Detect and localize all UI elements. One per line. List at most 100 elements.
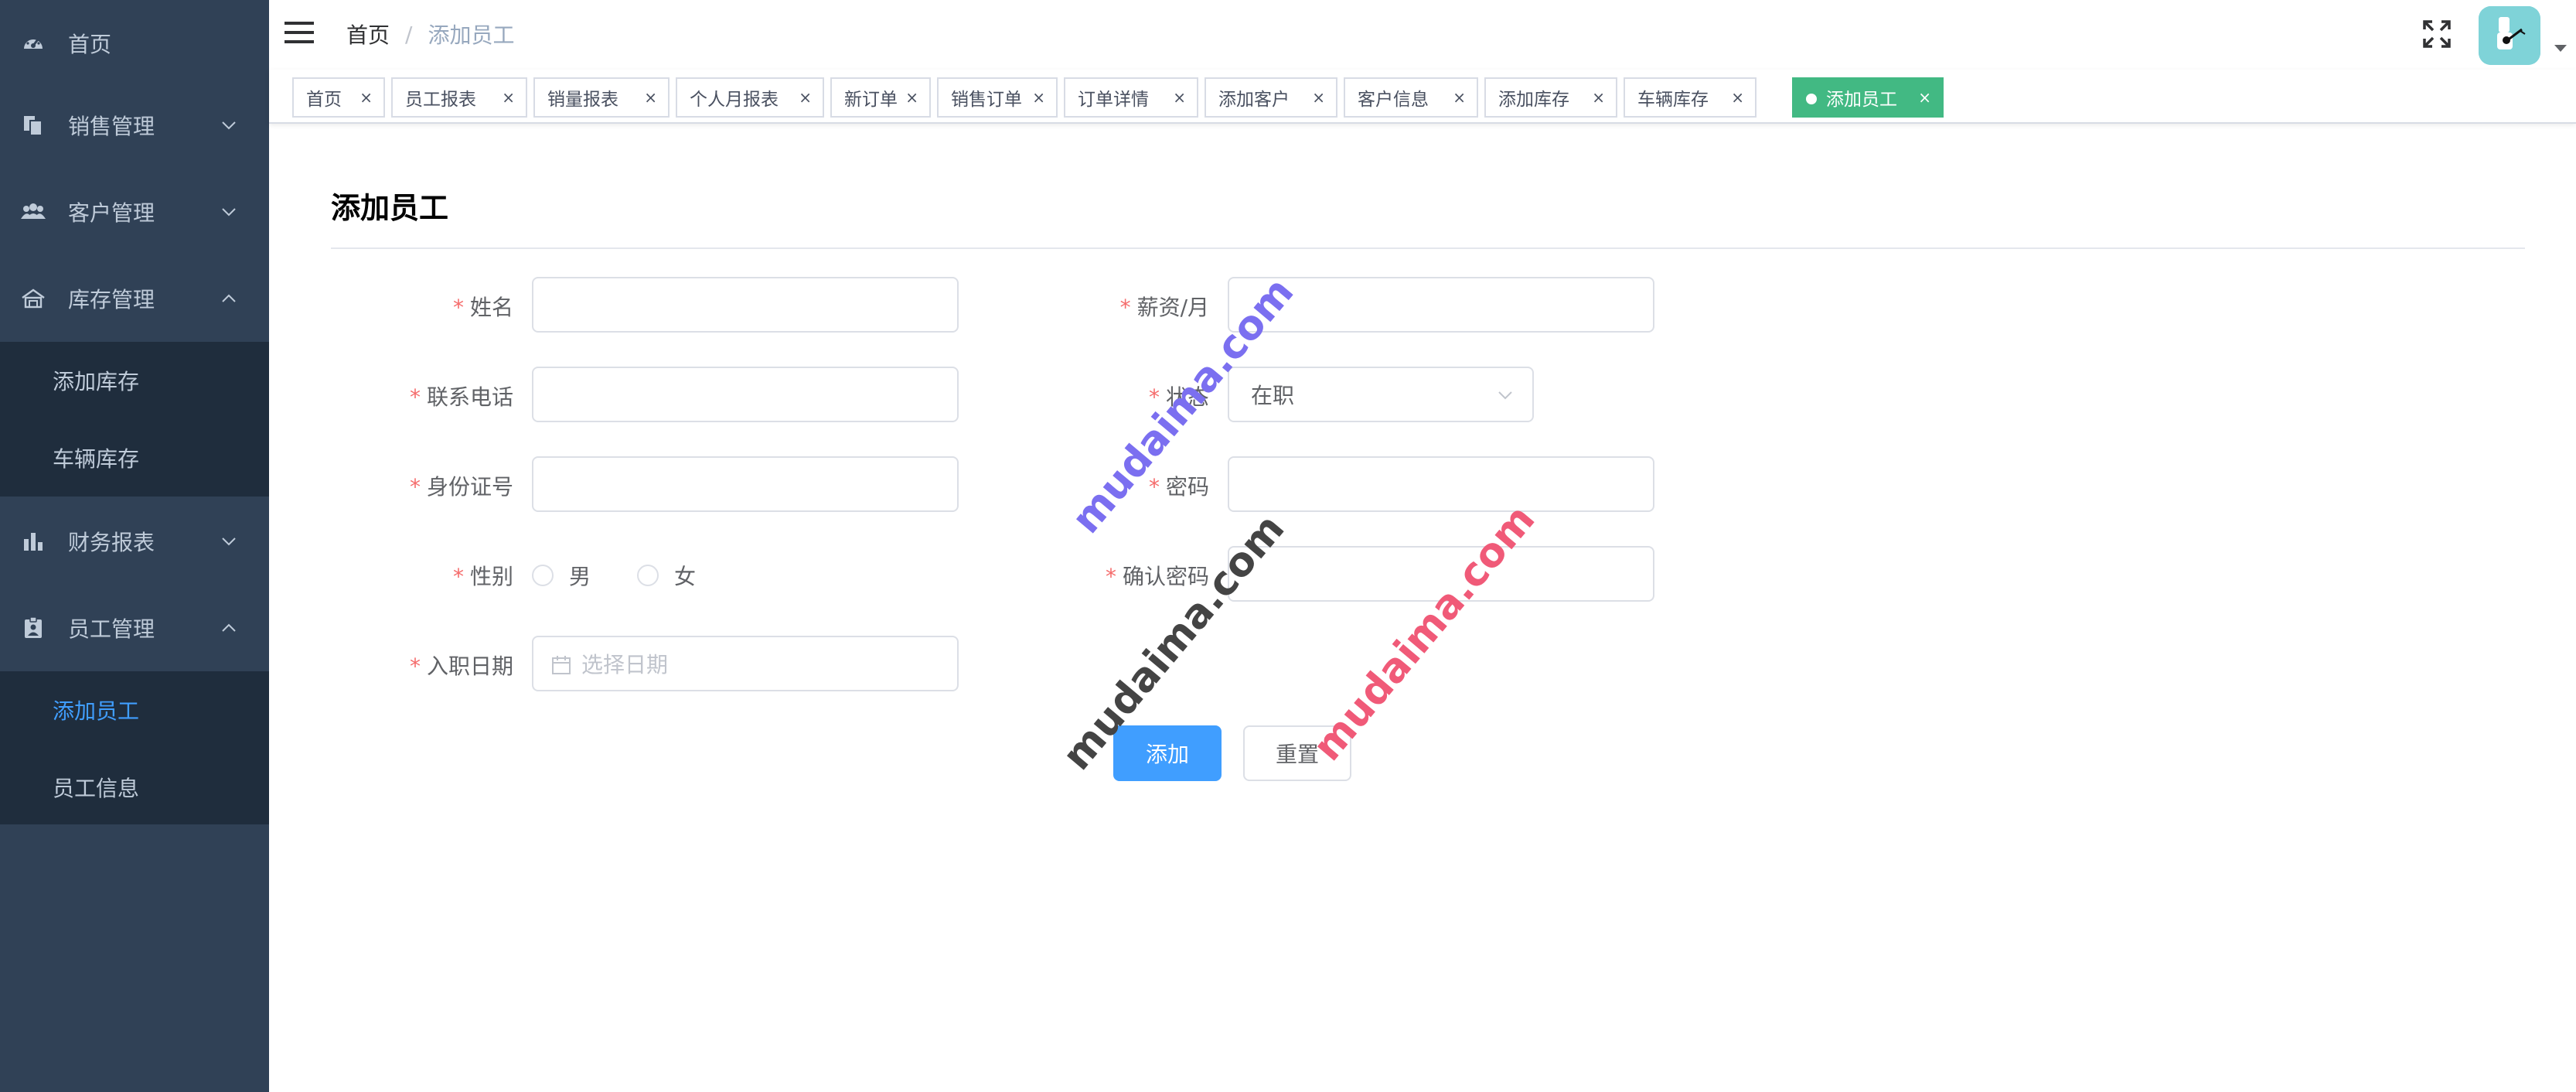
close-icon[interactable]: × [905,88,918,107]
close-icon[interactable]: × [1918,88,1931,107]
sidebar-item-label: 库存管理 [68,287,155,312]
hiredate-picker[interactable]: 选择日期 [532,636,959,691]
tag-employee-report[interactable]: 员工报表 × [391,77,527,118]
tag-label: 添加员工 [1826,90,1897,110]
tag-sales-order[interactable]: 销售订单 × [937,77,1058,118]
name-input[interactable] [532,277,959,333]
title-divider [331,247,2525,249]
tag-order-details[interactable]: 订单详情 × [1064,77,1198,118]
sidebar-subitem-vehicle-inventory[interactable]: 车辆库存 [0,419,269,497]
inventory-submenu: 添加库存 车辆库存 [0,342,269,497]
status-value: 在职 [1251,383,1295,408]
required-mark: * [452,564,464,589]
tag-label: 销售订单 [951,90,1022,110]
tag-add-employee[interactable]: 添加员工 × [1792,77,1944,118]
sidebar-item-customers[interactable]: 客户管理 [0,169,269,255]
calendar-icon [552,656,571,674]
radio-label: 女 [674,564,697,589]
chevron-up-icon [222,623,236,632]
avatar-image [2479,6,2540,65]
password-input[interactable] [1228,456,1654,512]
phone-input[interactable] [532,367,959,422]
sidebar-subitem-employee-info[interactable]: 员工信息 [0,749,269,826]
close-icon[interactable]: × [1173,88,1186,107]
status-label: * 状态 [1149,380,1209,411]
confirm-password-input[interactable] [1228,546,1654,602]
sidebar-item-home[interactable]: 首页 [0,0,269,87]
tag-label: 添加客户 [1218,90,1290,110]
radio-label: 男 [569,564,591,589]
chevron-up-icon [222,294,236,302]
close-icon[interactable]: × [359,88,373,107]
tag-label: 添加库存 [1498,90,1569,110]
tag-label: 首页 [306,90,342,110]
sidebar-item-label: 销售管理 [68,114,155,139]
close-icon[interactable]: × [1032,88,1045,107]
tag-add-customer[interactable]: 添加客户 × [1205,77,1337,118]
salary-input[interactable] [1228,277,1654,333]
hamburger-menu-icon[interactable] [285,17,315,48]
fullscreen-icon[interactable] [2418,15,2455,53]
gender-radio-female[interactable]: 女 [637,560,696,591]
required-mark: * [1148,474,1160,500]
label-text: 姓名 [469,295,513,320]
tag-customer-info[interactable]: 客户信息 × [1344,77,1478,118]
required-mark: * [452,295,464,320]
tag-new-order[interactable]: 新订单 × [830,77,931,118]
sidebar-subitem-add-inventory[interactable]: 添加库存 [0,342,269,419]
label-text: 入职日期 [426,653,513,679]
sidebar-item-finance[interactable]: 财务报表 [0,498,269,585]
tag-home[interactable]: 首页 × [292,77,385,118]
required-mark: * [409,384,421,410]
submit-button[interactable]: 添加 [1113,725,1222,781]
label-text: 身份证号 [426,474,513,500]
peoples-icon [20,199,46,225]
idcard-label: * 身份证号 [410,470,513,501]
confirm-password-label: * 确认密码 [1106,560,1209,591]
gender-label: * 性别 [453,560,513,591]
tag-vehicle-inventory[interactable]: 车辆库存 × [1624,77,1757,118]
close-icon[interactable]: × [502,88,515,107]
status-select[interactable]: 在职 [1228,367,1534,422]
reset-button[interactable]: 重置 [1243,725,1351,781]
label-text: 状态 [1165,384,1209,410]
idcard-input[interactable] [532,456,959,512]
tag-sales-report[interactable]: 销量报表 × [533,77,670,118]
label-text: 薪资/月 [1136,295,1209,320]
tag-personal-monthly-report[interactable]: 个人月报表 × [676,77,824,118]
radio-circle [637,565,659,586]
breadcrumb-home[interactable]: 首页 [346,19,390,49]
label-text: 性别 [469,564,513,589]
gender-radio-male[interactable]: 男 [532,560,591,591]
close-icon[interactable]: × [1453,88,1466,107]
name-label: * 姓名 [453,291,513,322]
close-icon[interactable]: × [1312,88,1325,107]
tag-add-inventory[interactable]: 添加库存 × [1484,77,1617,118]
chevron-down-icon [222,121,236,130]
salary-label: * 薪资/月 [1120,291,1209,322]
close-icon[interactable]: × [799,88,812,107]
tag-label: 订单详情 [1078,90,1149,110]
avatar[interactable] [2479,6,2540,65]
password-label: * 密码 [1149,470,1209,501]
close-icon[interactable]: × [1592,88,1605,107]
breadcrumb: 首页 / 添加员工 [346,19,514,49]
breadcrumb-separator: / [405,21,413,47]
tag-label: 客户信息 [1358,90,1429,110]
required-mark: * [1105,564,1116,589]
tag-label: 员工报表 [405,90,476,110]
sidebar: 首页 销售管理 客户管理 库存管理 添加库存 车辆库存 财务报表 员工管理 添加… [0,0,269,1092]
radio-circle [532,565,554,586]
sidebar-item-sales[interactable]: 销售管理 [0,82,269,169]
badge-icon [20,615,46,641]
dashboard-icon [20,30,46,56]
label-text: 确认密码 [1122,564,1209,589]
close-icon[interactable]: × [644,88,657,107]
close-icon[interactable]: × [1731,88,1744,107]
sidebar-subitem-add-employee[interactable]: 添加员工 [0,671,269,749]
chevron-down-icon [1498,391,1512,400]
sidebar-item-employees[interactable]: 员工管理 [0,585,269,671]
sidebar-item-label: 财务报表 [68,530,155,555]
caret-down-icon[interactable] [2554,45,2567,52]
sidebar-item-inventory[interactable]: 库存管理 [0,255,269,342]
